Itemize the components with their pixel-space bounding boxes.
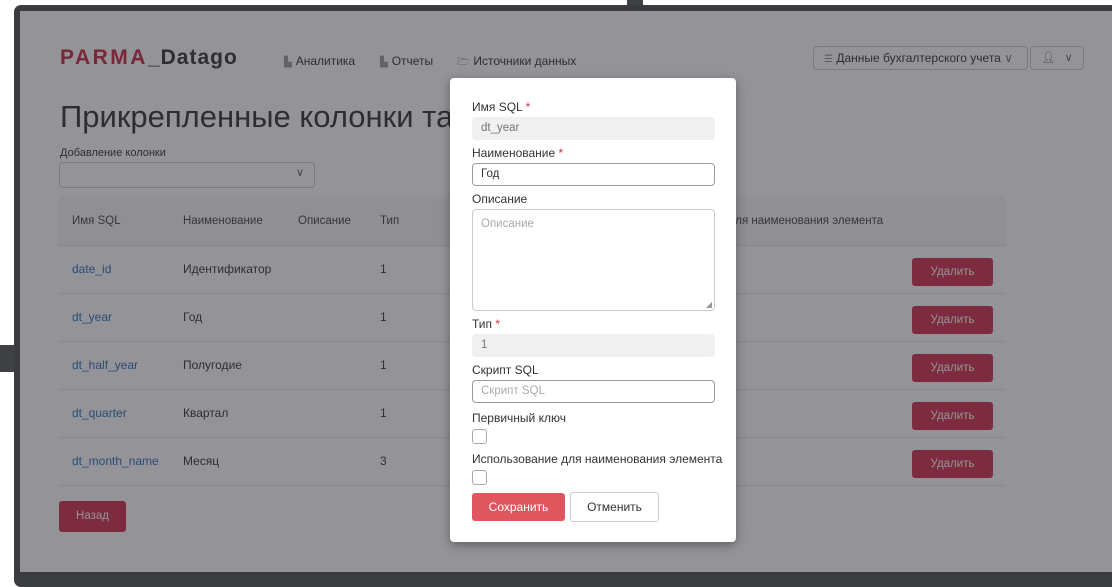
- app-window: PARMA_Datago ▙Аналитика ▙Отчеты 🗁Источни…: [20, 11, 1112, 572]
- cancel-button[interactable]: Отменить: [570, 492, 659, 522]
- required-mark: *: [558, 146, 564, 160]
- name-field[interactable]: Год: [472, 163, 715, 186]
- script-label: Скрипт SQL: [472, 363, 539, 377]
- primary-key-checkbox[interactable]: [472, 429, 487, 444]
- name-label: Наименование *: [472, 146, 563, 160]
- primary-key-label: Первичный ключ: [472, 411, 566, 425]
- use-for-name-checkbox[interactable]: [472, 470, 487, 485]
- description-textarea[interactable]: Описание ◢: [472, 209, 715, 311]
- type-field: 1: [472, 334, 715, 357]
- use-for-name-label: Использование для наименования элемента: [472, 452, 723, 466]
- type-label: Тип *: [472, 317, 500, 331]
- sql-name-label: Имя SQL *: [472, 100, 530, 114]
- sql-name-field: dt_year: [472, 117, 715, 140]
- required-mark: *: [525, 100, 531, 114]
- name-label-text: Наименование: [472, 146, 556, 160]
- script-input[interactable]: Скрипт SQL: [472, 380, 715, 403]
- edit-column-dialog: Имя SQL * dt_year Наименование * Год Опи…: [450, 78, 736, 542]
- required-mark: *: [495, 317, 501, 331]
- save-button[interactable]: Сохранить: [472, 493, 565, 521]
- resize-handle-icon[interactable]: ◢: [706, 300, 712, 309]
- sql-name-label-text: Имя SQL: [472, 100, 523, 114]
- description-label: Описание: [472, 192, 528, 206]
- type-label-text: Тип: [472, 317, 493, 331]
- description-placeholder: Описание: [481, 218, 534, 230]
- desktop-edge: [0, 345, 14, 372]
